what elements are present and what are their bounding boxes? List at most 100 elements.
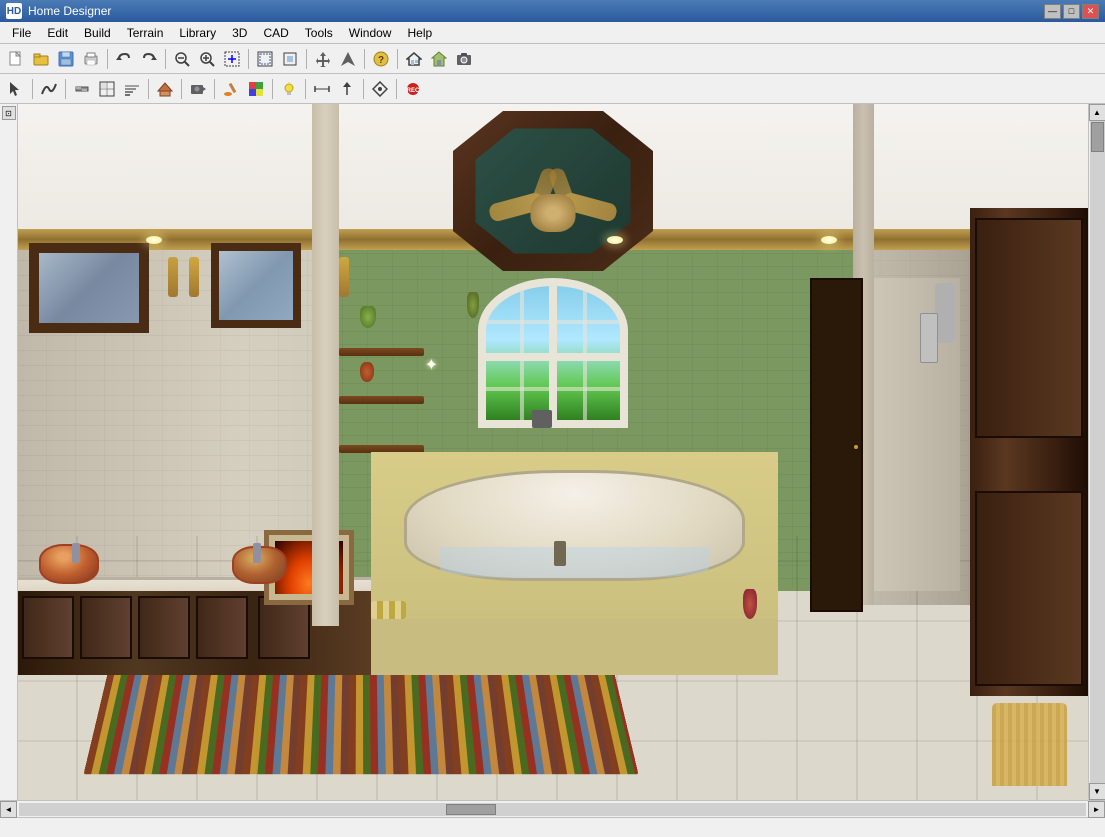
- main-area: ⊡: [0, 104, 1105, 800]
- bottom-scrollbar: ◄ ►: [0, 800, 1105, 817]
- cabinet-panel-bottom: [975, 491, 1083, 686]
- cabinet-door-5: [258, 596, 310, 659]
- menu-edit[interactable]: Edit: [39, 22, 76, 44]
- menu-help[interactable]: Help: [399, 22, 440, 44]
- canvas-area[interactable]: ✦: [18, 104, 1088, 800]
- stairs-button[interactable]: [120, 77, 144, 101]
- zoom-out-button[interactable]: [170, 47, 194, 71]
- material-button[interactable]: [244, 77, 268, 101]
- window: [478, 278, 628, 428]
- wall-tool-button[interactable]: [70, 77, 94, 101]
- close-button[interactable]: ✕: [1082, 4, 1099, 19]
- transform-button[interactable]: [368, 77, 392, 101]
- cabinet-door-1: [22, 596, 74, 659]
- faucet-2: [253, 543, 261, 563]
- zoom-in-button[interactable]: [195, 47, 219, 71]
- cabinet-panel-top: [975, 218, 1083, 437]
- view-toggle[interactable]: ⊡: [2, 106, 16, 120]
- door-knob: [854, 445, 858, 449]
- sep-t4: [181, 79, 182, 99]
- sep-t6: [272, 79, 273, 99]
- sep-t8: [363, 79, 364, 99]
- recessed-light-2: [607, 236, 623, 244]
- paint-button[interactable]: [219, 77, 243, 101]
- shelf-2: [339, 396, 424, 404]
- move-button[interactable]: [311, 47, 335, 71]
- spline-button[interactable]: [37, 77, 61, 101]
- wall-sconce-2: [189, 257, 199, 297]
- sep-t3: [148, 79, 149, 99]
- menu-terrain[interactable]: Terrain: [119, 22, 172, 44]
- select-tool-button[interactable]: [4, 77, 28, 101]
- select-all-button[interactable]: [278, 47, 302, 71]
- redo-button[interactable]: [137, 47, 161, 71]
- open-button[interactable]: [29, 47, 53, 71]
- toolbar-tools: REC: [0, 74, 1105, 104]
- arrow-button[interactable]: [335, 77, 359, 101]
- shower-fixture: [920, 313, 938, 363]
- mirror-1: [29, 243, 149, 333]
- cabinet-door-2: [80, 596, 132, 659]
- scroll-right-button[interactable]: ►: [1088, 801, 1105, 818]
- wall-sconce-1: [168, 257, 178, 297]
- scroll-left-button[interactable]: ◄: [0, 801, 17, 818]
- menu-library[interactable]: Library: [171, 22, 224, 44]
- exterior-view-button[interactable]: [427, 47, 451, 71]
- menu-build[interactable]: Build: [76, 22, 119, 44]
- laundry-basket: [992, 703, 1067, 787]
- sink-basin-1: [39, 544, 99, 584]
- scroll-down-button[interactable]: ▼: [1089, 783, 1105, 800]
- house-view-button[interactable]: [402, 47, 426, 71]
- sep-t1: [32, 79, 33, 99]
- shelf-1: [339, 348, 424, 356]
- print-button[interactable]: [79, 47, 103, 71]
- shelf-vase-low: [360, 362, 374, 382]
- shelf-clock: [532, 410, 552, 428]
- dimension-button[interactable]: [310, 77, 334, 101]
- camera-walk-button[interactable]: [186, 77, 210, 101]
- sep-t7: [305, 79, 306, 99]
- recessed-light-3: [821, 236, 837, 244]
- scroll-up-button[interactable]: ▲: [1089, 104, 1105, 121]
- menu-file[interactable]: File: [4, 22, 39, 44]
- light-button[interactable]: [277, 77, 301, 101]
- save-button[interactable]: [54, 47, 78, 71]
- camera-view-button[interactable]: [452, 47, 476, 71]
- undo-button[interactable]: [112, 47, 136, 71]
- window-controls: — □ ✕: [1044, 4, 1099, 19]
- faucet-1: [72, 543, 80, 563]
- menu-window[interactable]: Window: [341, 22, 400, 44]
- mirror-2: [211, 243, 301, 328]
- column-left: [312, 104, 339, 626]
- scroll-track-vertical: [1090, 121, 1105, 783]
- bathtub-platform: [371, 452, 778, 675]
- scroll-thumb-vertical[interactable]: [1091, 122, 1104, 152]
- maximize-button[interactable]: □: [1063, 4, 1080, 19]
- menu-3d[interactable]: 3D: [224, 22, 255, 44]
- menu-cad[interactable]: CAD: [255, 22, 296, 44]
- sep-t2: [65, 79, 66, 99]
- roof-button[interactable]: [153, 77, 177, 101]
- sep5: [364, 49, 365, 69]
- star-decoration: ✦: [425, 355, 438, 375]
- minimize-button[interactable]: —: [1044, 4, 1061, 19]
- record-button[interactable]: REC: [401, 77, 425, 101]
- sep3: [248, 49, 249, 69]
- sep6: [397, 49, 398, 69]
- scroll-thumb-horizontal[interactable]: [446, 804, 496, 815]
- new-button[interactable]: [4, 47, 28, 71]
- menu-tools[interactable]: Tools: [297, 22, 341, 44]
- window-title: Home Designer: [28, 4, 1044, 18]
- zoom-box-button[interactable]: [220, 47, 244, 71]
- sep4: [306, 49, 307, 69]
- fill-window-button[interactable]: [253, 47, 277, 71]
- svg-text:REC: REC: [407, 88, 420, 94]
- toolbar-main: ?: [0, 44, 1105, 74]
- arrow-up-button[interactable]: [336, 47, 360, 71]
- window-mullion-v2: [520, 286, 524, 420]
- window-mullion-h3: [486, 387, 620, 391]
- left-panel: ⊡: [0, 104, 18, 800]
- status-bar: [0, 817, 1105, 837]
- floor-tool-button[interactable]: [95, 77, 119, 101]
- help-btn[interactable]: ?: [369, 47, 393, 71]
